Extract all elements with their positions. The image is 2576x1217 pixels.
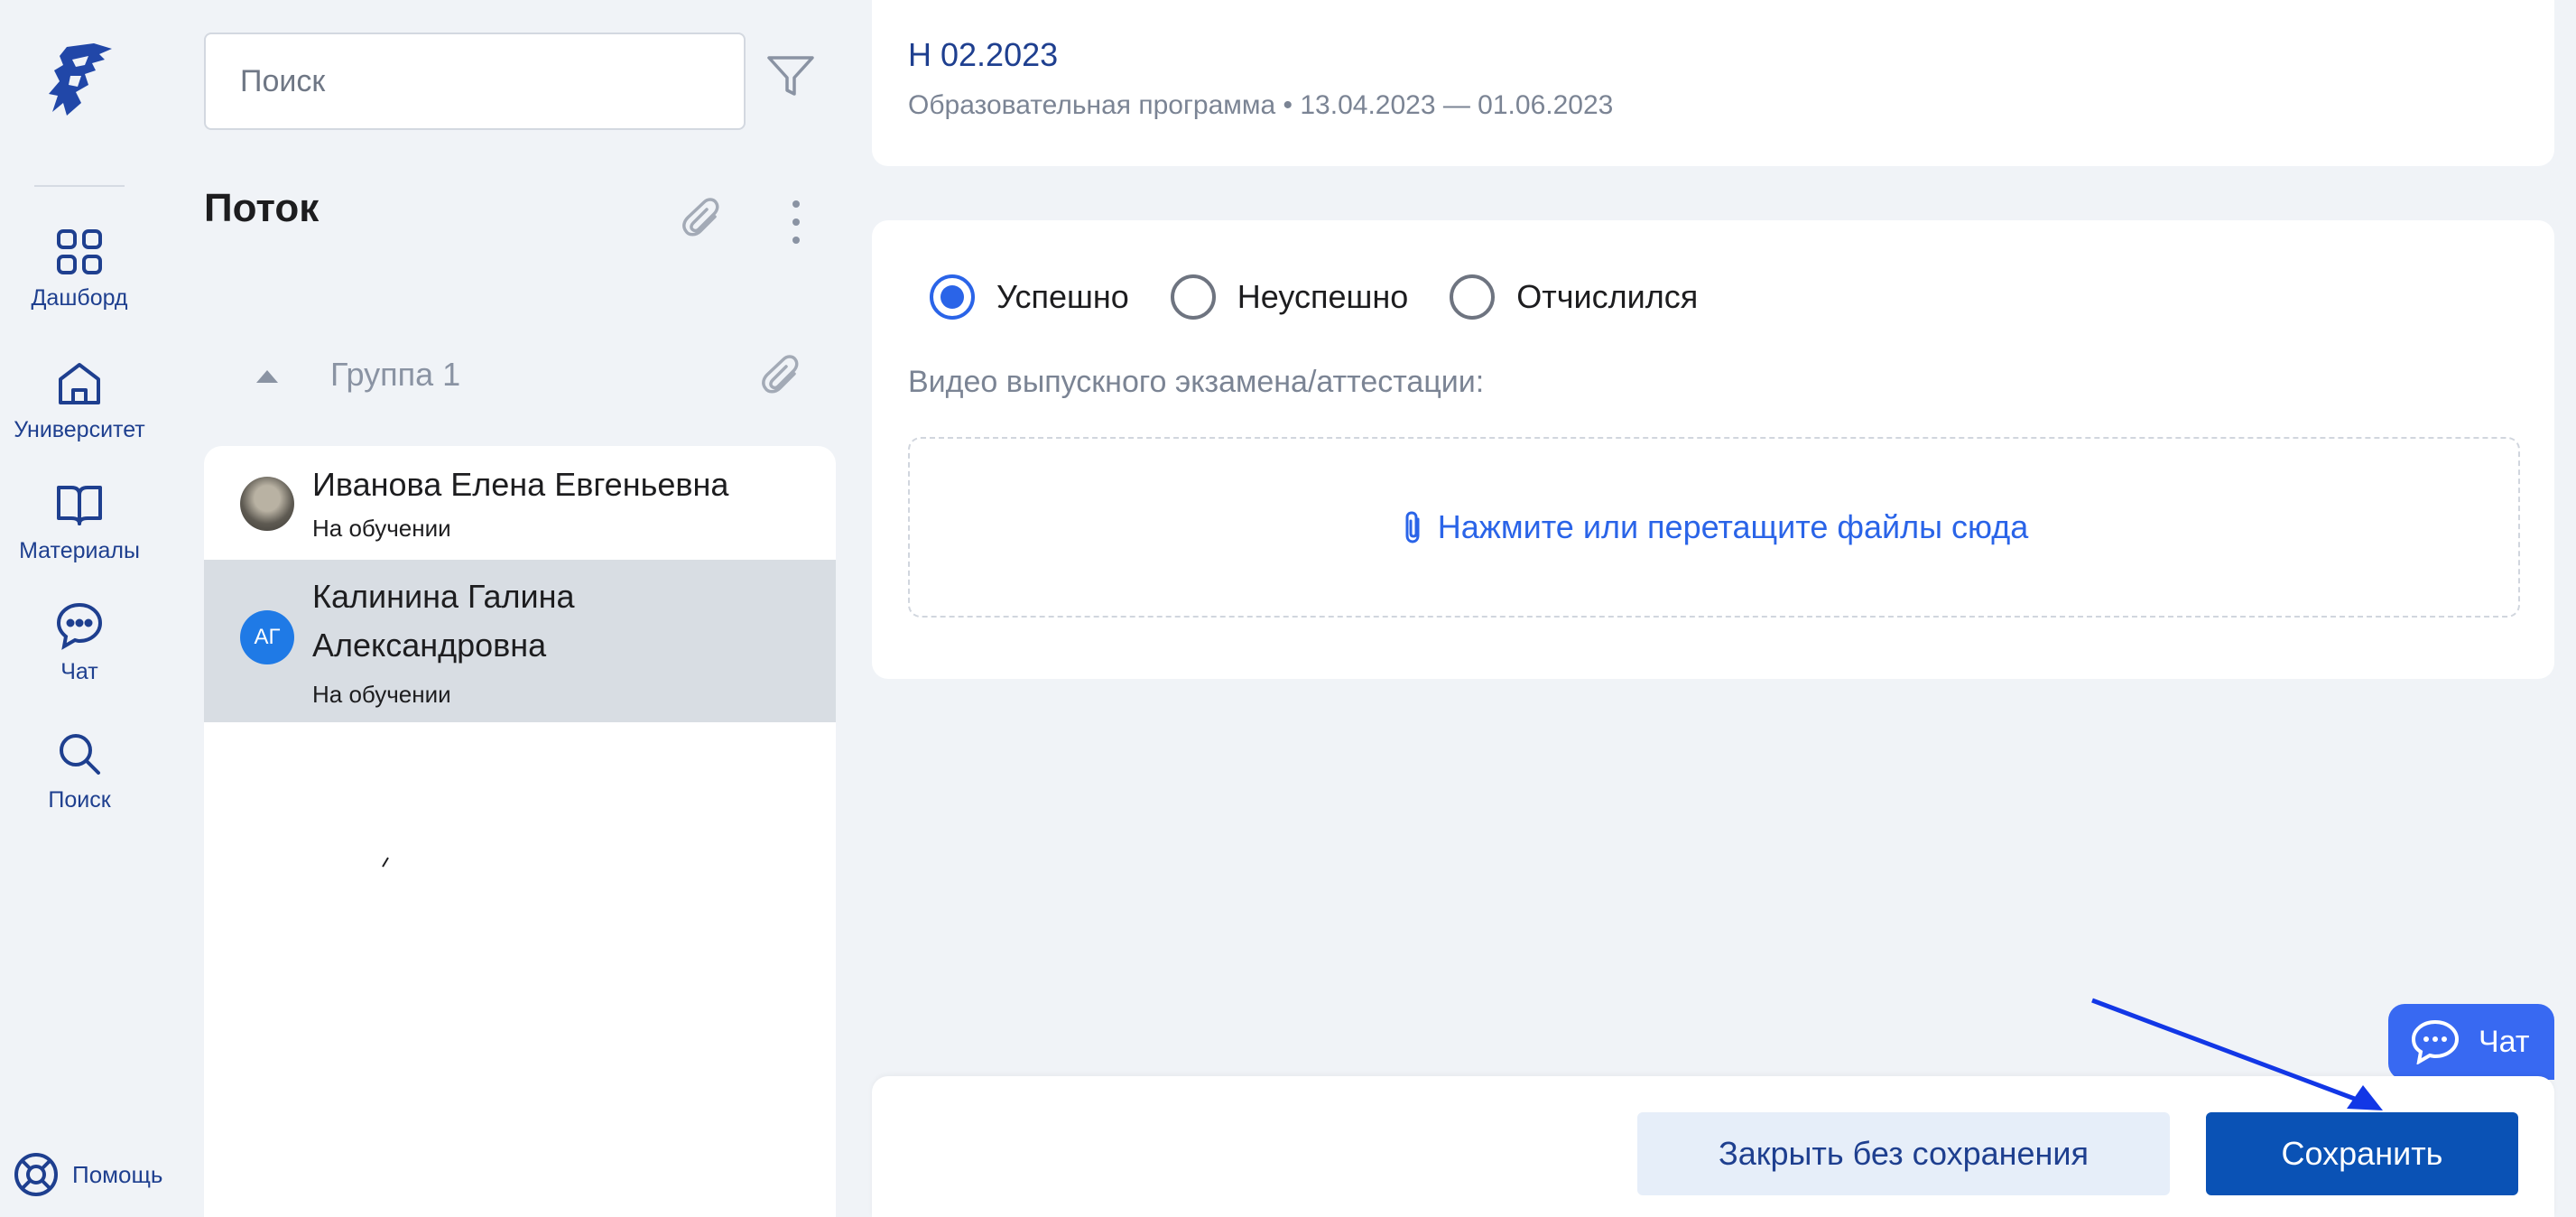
search-input[interactable]: Поиск [204,33,746,130]
stream-title: Поток [204,186,320,230]
nav-item-dashboard[interactable]: Дашборд [0,228,159,311]
radio-label: Успешно [996,278,1129,315]
form-footer: Закрыть без сохранения Сохранить [872,1076,2554,1217]
nav-item-label: Дашборд [31,285,128,311]
dashboard-grid-icon [57,229,102,274]
nav-item-search[interactable]: Поиск [0,729,159,813]
chat-bubble-icon [2411,1019,2460,1064]
close-without-saving-button[interactable]: Закрыть без сохранения [1637,1112,2170,1195]
radio-circle [930,274,975,320]
group-name: Группа 1 [330,356,461,393]
student-status: На обучении [312,681,451,708]
help-label: Помощь [72,1160,163,1188]
student-list: Иванова Елена Евгеньевна На обучении АГ … [204,446,836,1217]
student-name: Иванова Елена Евгеньевна [312,466,729,503]
radio-success[interactable]: Успешно [930,274,1129,320]
logo-icon[interactable] [40,40,119,119]
nav-item-label: Чат [60,659,98,684]
radio-fail[interactable]: Неуспешно [1170,274,1409,320]
nav-item-label: Материалы [19,538,140,563]
help-link[interactable]: Помощь [11,1149,162,1200]
stray-mark [382,857,389,868]
upload-label: Видео выпускного экзамена/аттестации: [908,365,1485,399]
chat-bubble-icon [56,602,103,650]
paperclip-icon[interactable] [681,197,727,244]
radio-label: Неуспешно [1237,278,1409,315]
filter-icon[interactable] [765,51,816,101]
search-icon [60,734,100,775]
lifebuoy-icon [14,1153,58,1196]
chevron-up-icon[interactable] [255,367,280,385]
course-header-card: Н 02.2023 Образовательная программа • 13… [872,0,2554,166]
radio-label: Отчислился [1516,278,1699,315]
radio-circle [1170,274,1216,320]
student-name: Калинина Галина Александровна [312,578,575,664]
paperclip-icon[interactable] [760,354,807,401]
rail-divider [34,185,125,187]
paperclip-icon [1405,511,1420,543]
university-home-icon [59,363,100,404]
nav-item-label: Университет [14,417,145,442]
nav-item-university[interactable]: Университет [0,359,159,443]
file-dropzone[interactable]: Нажмите или перетащите файлы сюда [908,437,2520,618]
avatar: АГ [240,610,294,664]
avatar [240,477,294,531]
chat-widget-button[interactable]: Чат [2388,1004,2554,1080]
result-radio-group: Успешно Неуспешно Отчислился [930,274,1739,320]
nav-item-chat[interactable]: Чат [0,601,159,685]
more-vertical-icon[interactable] [778,197,814,247]
group-header: Группа 1 [204,343,836,415]
nav-item-label: Поиск [48,787,111,813]
course-title[interactable]: Н 02.2023 [908,36,1058,74]
list-item[interactable]: Иванова Елена Евгеньевна На обучении [204,446,836,560]
result-form-card: Успешно Неуспешно Отчислился Видео выпус… [872,220,2554,679]
search-placeholder: Поиск [240,64,326,98]
course-subtitle: Образовательная программа • 13.04.2023 —… [908,90,1614,120]
radio-circle [1450,274,1496,320]
radio-expelled[interactable]: Отчислился [1450,274,1698,320]
chat-widget-label: Чат [2479,1024,2530,1059]
list-item[interactable]: АГ Калинина Галина Александровна На обуч… [204,560,836,722]
student-status: На обучении [312,515,451,542]
nav-item-materials[interactable]: Материалы [0,480,159,564]
dropzone-text: Нажмите или перетащите файлы сюда [1437,508,2029,545]
book-icon [57,486,102,525]
left-nav-rail: Дашборд Университет Материалы Чат Поиск … [0,0,162,1217]
save-button[interactable]: Сохранить [2206,1112,2518,1195]
